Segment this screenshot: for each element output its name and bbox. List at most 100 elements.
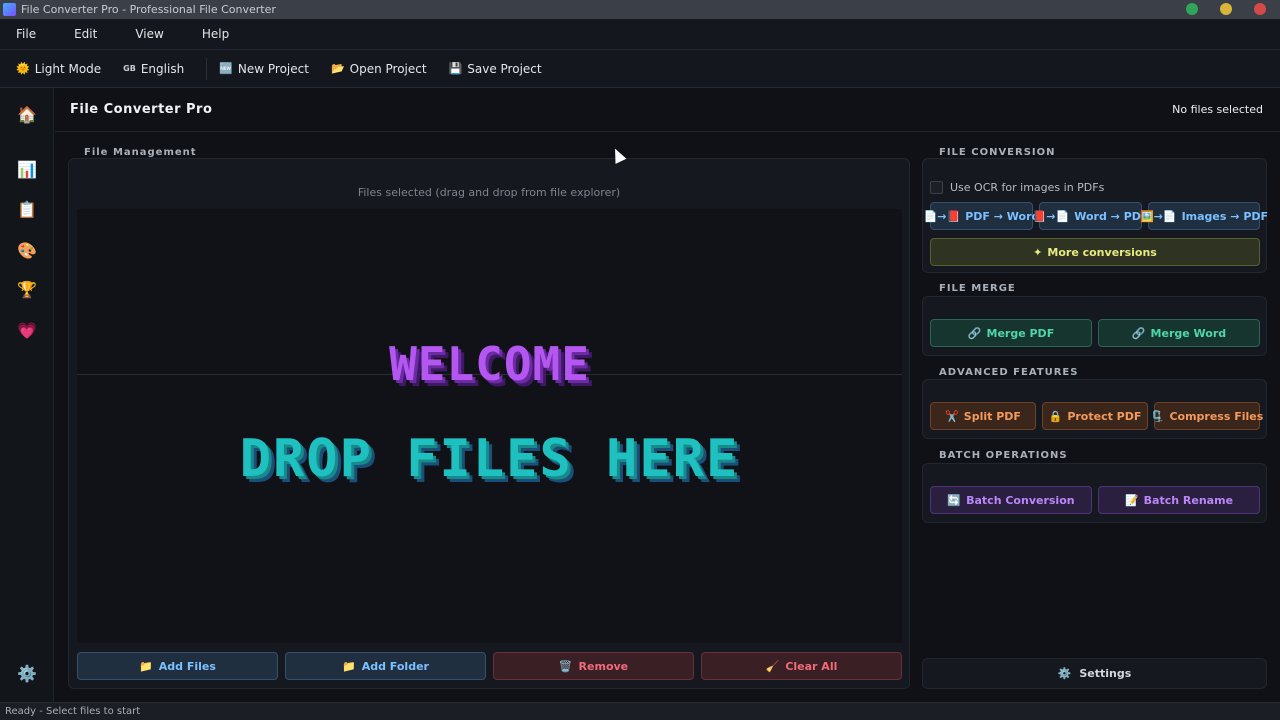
status-bar: Ready - Select files to start bbox=[0, 702, 1280, 720]
save-project-label: Save Project bbox=[467, 61, 542, 76]
remove-label: Remove bbox=[578, 659, 629, 673]
status-text: Ready - Select files to start bbox=[5, 706, 141, 717]
split-pdf-button[interactable]: ✂️ Split PDF bbox=[930, 402, 1036, 430]
new-project-button[interactable]: 🆕 New Project bbox=[217, 62, 317, 76]
word-to-pdf-label: Word → PDF bbox=[1074, 209, 1149, 223]
broom-icon: 🧹 bbox=[765, 659, 780, 673]
folder-open-icon: 📂 bbox=[330, 62, 345, 75]
folder-icon: 📁 bbox=[342, 659, 356, 673]
merge-word-label: Merge Word bbox=[1150, 326, 1227, 340]
sun-icon: 🌞 bbox=[16, 62, 30, 75]
compress-files-button[interactable]: 🗜️ Compress Files bbox=[1150, 402, 1264, 430]
sidebar-item-achievements[interactable]: 🏆 bbox=[13, 275, 41, 303]
file-management-label: File Management bbox=[84, 147, 197, 158]
clipboard-icon: 📋 bbox=[17, 199, 37, 219]
images-to-pdf-label: Images → PDF bbox=[1181, 209, 1269, 223]
compress-files-label: Compress Files bbox=[1169, 409, 1264, 423]
merge-word-button[interactable]: 🔗 Merge Word bbox=[1098, 319, 1260, 347]
toolbar-divider bbox=[206, 57, 208, 80]
palette-icon: 🎨 bbox=[17, 240, 37, 260]
compress-icon: 🗜️ bbox=[1150, 409, 1165, 423]
images-to-pdf-icon: 🖼️→📄 bbox=[1139, 209, 1177, 223]
sidebar-item-statistics[interactable]: 📊 bbox=[13, 155, 41, 183]
menu-file[interactable]: File bbox=[0, 27, 52, 41]
file-dropzone[interactable]: WELCOME DROP FILES HERE bbox=[77, 209, 902, 643]
pdf-to-word-button[interactable]: 📄→📕 PDF → Word bbox=[924, 202, 1039, 230]
images-to-pdf-button[interactable]: 🖼️→📄 Images → PDF bbox=[1140, 202, 1268, 230]
protect-pdf-button[interactable]: 🔒 Protect PDF bbox=[1042, 402, 1148, 430]
more-conversions-button[interactable]: ✦ More conversions bbox=[930, 238, 1260, 266]
open-project-button[interactable]: 📂 Open Project bbox=[329, 62, 435, 76]
flag-icon: GB bbox=[123, 64, 136, 73]
sidebar: 🏠 📊 📋 🎨 🏆 💗 ⚙️ bbox=[0, 88, 54, 702]
light-mode-button[interactable]: 🌞 Light Mode bbox=[14, 62, 109, 76]
batch-operations-label: BATCH OPERATIONS bbox=[939, 450, 1068, 461]
protect-pdf-label: Protect PDF bbox=[1067, 409, 1142, 423]
maximize-button[interactable] bbox=[1220, 3, 1232, 15]
ocr-option[interactable]: Use OCR for images in PDFs bbox=[930, 181, 1104, 194]
batch-conversion-label: Batch Conversion bbox=[966, 493, 1075, 507]
page-title: File Converter Pro bbox=[70, 102, 213, 117]
sidebar-item-favorites[interactable]: 💗 bbox=[13, 316, 41, 344]
toolbar: 🌞 Light Mode GB English 🆕 New Project 📂 … bbox=[0, 50, 1280, 88]
split-pdf-label: Split PDF bbox=[963, 409, 1021, 423]
title-bar: File Converter Pro - Professional File C… bbox=[0, 0, 1280, 19]
ocr-label: Use OCR for images in PDFs bbox=[950, 181, 1105, 194]
menu-bar: File Edit View Help bbox=[0, 19, 1280, 50]
pdf-to-word-label: PDF → Word bbox=[965, 209, 1040, 223]
file-merge-label: FILE MERGE bbox=[939, 283, 1016, 294]
more-conversions-label: More conversions bbox=[1047, 245, 1157, 259]
batch-conversion-button[interactable]: 🔄 Batch Conversion bbox=[930, 486, 1092, 514]
add-files-button[interactable]: 📁 Add Files bbox=[77, 652, 278, 680]
advanced-features-panel: ✂️ Split PDF 🔒 Protect PDF 🗜️ Compress F… bbox=[922, 379, 1267, 439]
link-icon: 🔗 bbox=[1131, 326, 1146, 340]
chart-icon: 📊 bbox=[17, 159, 37, 179]
settings-button[interactable]: ⚙️ Settings bbox=[922, 658, 1267, 689]
ocr-checkbox[interactable] bbox=[930, 181, 943, 194]
home-icon: 🏠 bbox=[17, 104, 37, 124]
sidebar-item-settings[interactable]: ⚙️ bbox=[13, 659, 41, 687]
file-conversion-label: FILE CONVERSION bbox=[939, 147, 1056, 158]
batch-rename-button[interactable]: 📝 Batch Rename bbox=[1098, 486, 1260, 514]
files-status: No files selected bbox=[1172, 103, 1263, 116]
language-button[interactable]: GB English bbox=[121, 62, 192, 76]
lock-icon: 🔒 bbox=[1048, 409, 1063, 423]
gear-icon: ⚙️ bbox=[1057, 667, 1072, 680]
save-project-button[interactable]: 💾 Save Project bbox=[447, 62, 550, 76]
batch-operations-panel: 🔄 Batch Conversion 📝 Batch Rename bbox=[922, 463, 1267, 523]
menu-view[interactable]: View bbox=[119, 27, 179, 41]
remove-button[interactable]: 🗑️ Remove bbox=[493, 652, 694, 680]
window-title: File Converter Pro - Professional File C… bbox=[21, 3, 276, 16]
language-label: English bbox=[140, 61, 185, 76]
file-management-panel: Files selected (drag and drop from file … bbox=[68, 158, 910, 689]
app-logo-icon bbox=[3, 3, 16, 16]
heart-icon: 💗 bbox=[17, 320, 37, 340]
link-icon: 🔗 bbox=[967, 326, 982, 340]
drop-files-banner: DROP FILES HERE bbox=[239, 429, 740, 489]
add-folder-button[interactable]: 📁 Add Folder bbox=[285, 652, 486, 680]
batch-rename-label: Batch Rename bbox=[1143, 493, 1234, 507]
gear-icon: ⚙️ bbox=[17, 663, 37, 683]
merge-pdf-label: Merge PDF bbox=[986, 326, 1055, 340]
clear-all-label: Clear All bbox=[785, 659, 838, 673]
trash-icon: 🗑️ bbox=[558, 659, 573, 673]
open-project-label: Open Project bbox=[349, 61, 427, 76]
sidebar-item-history[interactable]: 📋 bbox=[13, 195, 41, 223]
light-mode-label: Light Mode bbox=[34, 61, 102, 76]
menu-edit[interactable]: Edit bbox=[58, 27, 113, 41]
sidebar-item-home[interactable]: 🏠 bbox=[13, 100, 41, 128]
window-controls bbox=[1186, 3, 1266, 15]
merge-pdf-button[interactable]: 🔗 Merge PDF bbox=[930, 319, 1092, 347]
word-to-pdf-button[interactable]: 📕→📄 Word → PDF bbox=[1033, 202, 1148, 230]
pdf-to-word-icon: 📄→📕 bbox=[923, 209, 961, 223]
new-project-label: New Project bbox=[237, 61, 309, 76]
sidebar-item-themes[interactable]: 🎨 bbox=[13, 236, 41, 264]
clear-all-button[interactable]: 🧹 Clear All bbox=[701, 652, 902, 680]
folder-icon: 📁 bbox=[139, 659, 153, 673]
advanced-features-label: ADVANCED FEATURES bbox=[939, 367, 1079, 378]
word-to-pdf-icon: 📕→📄 bbox=[1032, 209, 1070, 223]
menu-help[interactable]: Help bbox=[186, 27, 245, 41]
close-button[interactable] bbox=[1254, 3, 1266, 15]
memo-icon: 📝 bbox=[1124, 493, 1139, 507]
minimize-button[interactable] bbox=[1186, 3, 1198, 15]
